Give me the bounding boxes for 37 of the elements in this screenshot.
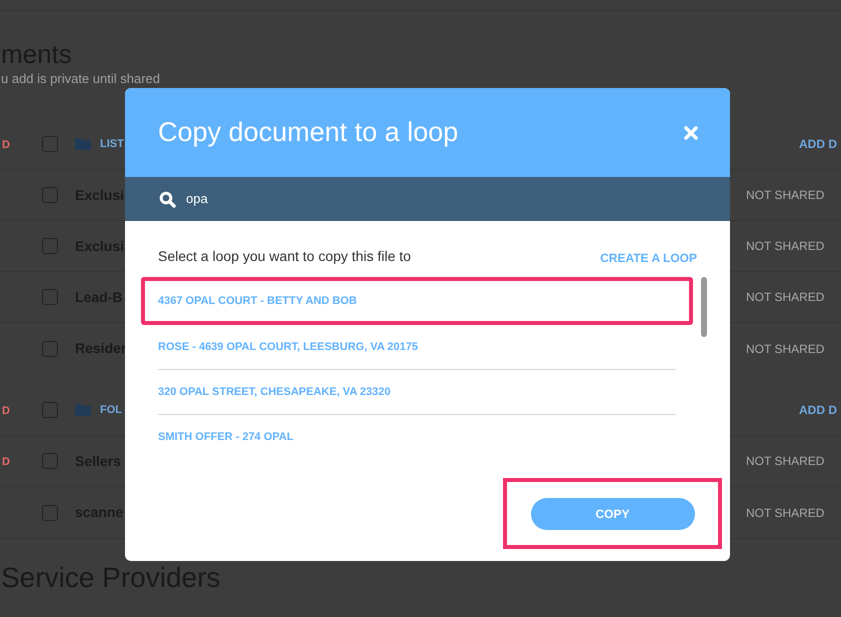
loop-item[interactable]: 320 OPAL STREET, CHESAPEAKE, VA 23320 — [158, 370, 676, 415]
add-document-link[interactable]: ADD D — [799, 135, 837, 153]
row-checkbox[interactable] — [42, 402, 58, 418]
search-bar[interactable]: opa — [125, 177, 730, 221]
loop-item[interactable]: 4367 OPAL COURT - BETTY AND BOB — [141, 277, 693, 325]
flag-label: D — [2, 139, 10, 151]
share-status: NOT SHARED — [746, 504, 824, 522]
flag-label: D — [2, 456, 10, 468]
row-checkbox[interactable] — [42, 136, 58, 152]
page-subtitle: u add is private until shared — [1, 71, 161, 87]
share-status: NOT SHARED — [746, 340, 824, 358]
share-status: NOT SHARED — [746, 289, 824, 306]
row-checkbox[interactable] — [42, 504, 58, 520]
share-status: NOT SHARED — [746, 238, 824, 255]
dialog-prompt: Select a loop you want to copy this file to — [158, 247, 411, 266]
loop-item[interactable]: ROSE - 4639 OPAL COURT, LEESBURG, VA 20175 — [158, 325, 676, 370]
row-checkbox[interactable] — [42, 340, 58, 356]
row-checkbox[interactable] — [42, 187, 58, 203]
folder-icon — [75, 138, 91, 150]
row-checkbox[interactable] — [42, 238, 58, 254]
share-status: NOT SHARED — [746, 187, 824, 204]
loop-item[interactable]: SMITH OFFER - 274 OPAL — [158, 415, 676, 460]
search-field[interactable]: opa — [186, 189, 696, 209]
flag-label: D — [2, 405, 10, 417]
scrollbar[interactable] — [701, 277, 707, 337]
add-document-link[interactable]: ADD D — [799, 401, 837, 419]
row-checkbox[interactable] — [42, 453, 58, 469]
folder-icon — [75, 404, 91, 416]
copy-button[interactable]: COPY — [530, 498, 694, 530]
create-loop-link[interactable]: CREATE A LOOP — [600, 249, 697, 267]
row-checkbox[interactable] — [42, 289, 58, 305]
dialog-title: Copy document to a loop — [158, 116, 458, 150]
close-icon — [684, 126, 698, 140]
share-status: NOT SHARED — [746, 453, 824, 470]
search-icon — [159, 190, 176, 208]
column-heading: LIST — [100, 136, 124, 152]
column-heading: FOL — [100, 402, 122, 418]
